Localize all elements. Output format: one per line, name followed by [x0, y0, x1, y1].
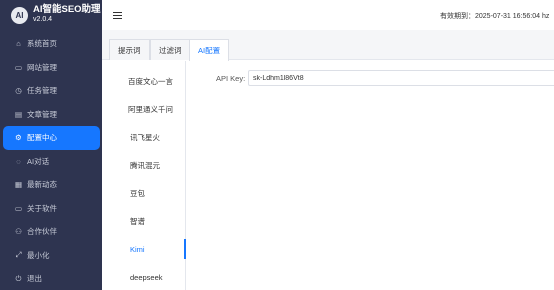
model-item-deepseek[interactable]: deepseek — [102, 267, 186, 287]
sidebar-item-label: 最新动态 — [27, 180, 57, 190]
app-logo: AI — [11, 6, 28, 24]
sidebar-item-articles[interactable]: ▤ 文章管理 — [0, 103, 102, 127]
sidebar-item-config[interactable]: ⚙ 配置中心 — [3, 126, 100, 150]
sidebar-item-minimize[interactable]: ⤢ 最小化 — [0, 244, 102, 268]
document-icon: ▤ — [14, 109, 23, 119]
tab-filter-words[interactable]: 过滤词 — [150, 39, 191, 60]
api-key-input[interactable] — [248, 70, 554, 86]
chat-icon: ◌ — [16, 156, 21, 166]
sidebar-item-label: 网站管理 — [27, 62, 57, 72]
clock-icon: ◷ — [15, 86, 22, 96]
app-version: v2.0.4 — [33, 16, 53, 23]
model-list: 百度文心一言 阿里通义千问 讯飞星火 腾讯混元 豆包 智谱 Kimi deeps… — [102, 61, 186, 290]
sidebar-item-ai-chat[interactable]: ◌ AI对话 — [0, 150, 102, 174]
sidebar-item-label: 任务管理 — [27, 86, 57, 96]
sidebar: AI AI智能SEO助理 v2.0.4 ⌂ 系统首页 ▭ 网站管理 ◷ 任务管理 ▤ 文… — [0, 0, 102, 290]
sidebar-item-about[interactable]: ▭ 关于软件 — [0, 197, 102, 221]
website-icon: ▭ — [14, 62, 23, 72]
sidebar-item-label: 文章管理 — [27, 109, 57, 119]
sidebar-item-label: 合作伙伴 — [27, 227, 57, 237]
gear-icon: ⚙ — [15, 133, 22, 143]
api-key-form: API Key: — [216, 70, 554, 86]
sidebar-item-label: 退出 — [27, 274, 42, 284]
sidebar-item-label: 系统首页 — [27, 39, 57, 49]
sidebar-item-label: 配置中心 — [27, 133, 57, 143]
model-item-kimi[interactable]: Kimi — [102, 239, 186, 259]
minimize-icon: ⤢ — [15, 250, 22, 260]
sidebar-item-label: AI对话 — [27, 156, 50, 166]
tab-ai-config[interactable]: AI配置 — [189, 39, 230, 61]
news-icon: ▦ — [14, 180, 23, 190]
monitor-icon: ▭ — [14, 203, 23, 213]
brand: AI AI智能SEO助理 v2.0.4 — [0, 0, 102, 30]
main-content: 提示词 过滤词 AI配置 百度文心一言 阿里通义千问 讯飞星火 腾讯混元 豆包 … — [102, 30, 554, 290]
sidebar-item-label: 关于软件 — [27, 203, 57, 213]
hamburger-icon[interactable] — [113, 11, 122, 19]
model-item-baidu[interactable]: 百度文心一言 — [102, 71, 186, 91]
app-name: AI智能SEO助理 — [33, 4, 101, 15]
sidebar-item-news[interactable]: ▦ 最新动态 — [0, 173, 102, 197]
api-key-label: API Key: — [216, 73, 246, 83]
sidebar-item-partners[interactable]: ⚇ 合作伙伴 — [0, 220, 102, 244]
sidebar-menu: ⌂ 系统首页 ▭ 网站管理 ◷ 任务管理 ▤ 文章管理 ⚙ 配置中心 ◌ AI对话 ▦ 最新动… — [0, 32, 102, 290]
header: 有效期到：2025-07-31 16:56:04 hz — [102, 0, 554, 30]
sidebar-item-tasks[interactable]: ◷ 任务管理 — [0, 79, 102, 103]
power-icon: ⏻ — [15, 273, 22, 283]
sidebar-item-logout[interactable]: ⏻ 退出 — [0, 267, 102, 290]
model-item-zhipu[interactable]: 智谱 — [102, 211, 186, 231]
tabs-bar: 提示词 过滤词 AI配置 — [102, 30, 554, 61]
sidebar-item-home[interactable]: ⌂ 系统首页 — [0, 32, 102, 56]
model-item-doubao[interactable]: 豆包 — [102, 183, 186, 203]
sidebar-item-label: 最小化 — [27, 250, 50, 260]
model-item-tencent[interactable]: 腾讯混元 — [102, 155, 186, 175]
partners-icon: ⚇ — [15, 227, 22, 237]
sidebar-item-websites[interactable]: ▭ 网站管理 — [0, 56, 102, 80]
model-item-aliyun[interactable]: 阿里通义千问 — [102, 99, 186, 119]
home-icon: ⌂ — [16, 39, 21, 49]
brand-text: AI智能SEO助理 v2.0.4 — [33, 5, 101, 25]
tab-prompts[interactable]: 提示词 — [109, 39, 150, 60]
expiry-text: 有效期到：2025-07-31 16:56:04 hz — [440, 13, 550, 20]
model-item-xunfei[interactable]: 讯飞星火 — [102, 127, 186, 147]
